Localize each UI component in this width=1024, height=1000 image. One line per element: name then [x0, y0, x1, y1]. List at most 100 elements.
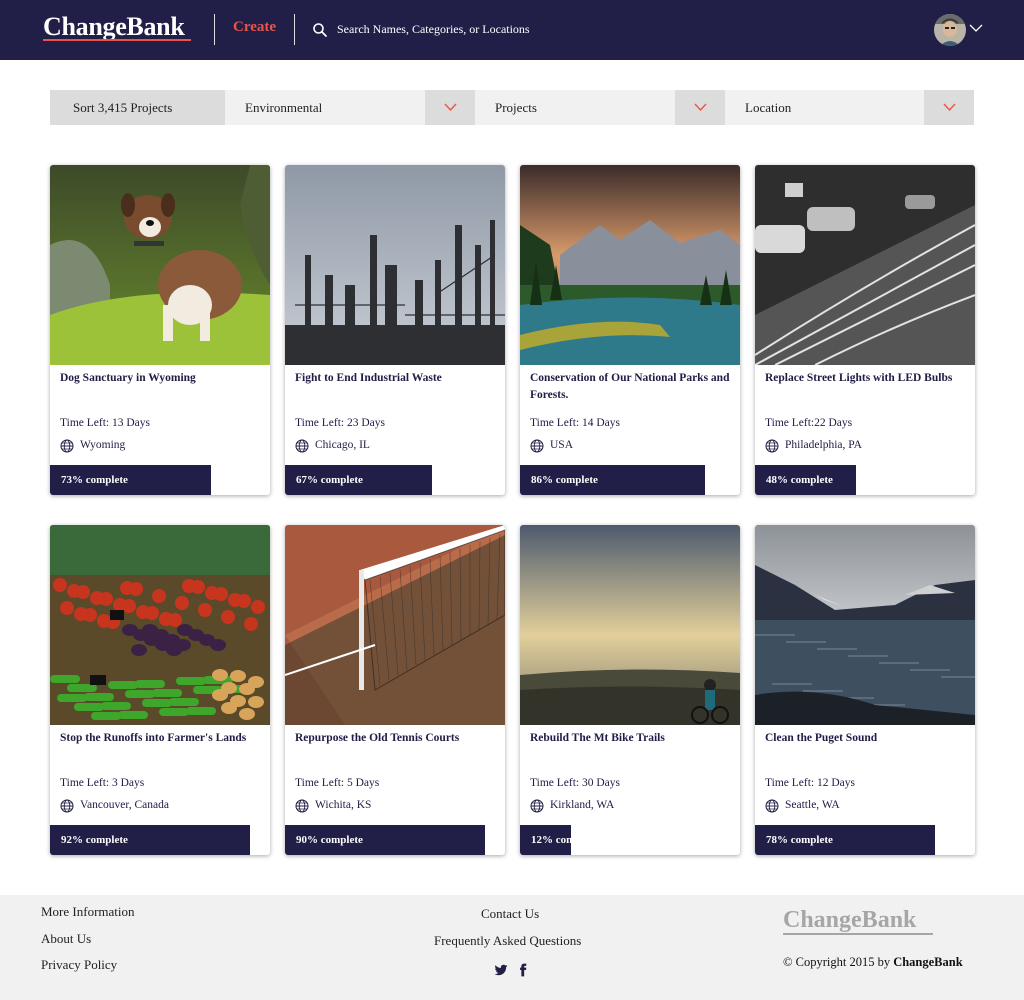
time-left: Time Left:22 Days: [765, 417, 853, 429]
search-icon[interactable]: [312, 22, 328, 38]
footer-logo[interactable]: ChangeBank: [783, 907, 916, 934]
project-location: Wyoming: [80, 439, 126, 451]
project-card[interactable]: Rebuild The Mt Bike Trails Time Left: 30…: [520, 525, 740, 855]
progress-label: 73% complete: [61, 474, 128, 486]
progress-bar: 73% complete: [50, 465, 270, 495]
project-title[interactable]: Rebuild The Mt Bike Trails: [530, 730, 730, 747]
category-dropdown-toggle[interactable]: [425, 90, 475, 125]
logo-underline: [43, 39, 191, 41]
category-dropdown[interactable]: Environmental: [225, 90, 475, 125]
location-dropdown-toggle[interactable]: [924, 90, 974, 125]
project-card[interactable]: Conservation of Our National Parks and F…: [520, 165, 740, 495]
project-card[interactable]: Stop the Runoffs into Farmer's Lands Tim…: [50, 525, 270, 855]
copyright-text: © Copyright 2015 by ChangeBank: [783, 955, 963, 970]
more-information-link[interactable]: More Information: [41, 904, 135, 920]
create-link[interactable]: Create: [233, 19, 276, 36]
globe-icon: [530, 799, 544, 813]
copyright-prefix: © Copyright 2015 by: [783, 955, 894, 969]
chevron-down-icon: [694, 103, 707, 111]
project-location: Chicago, IL: [315, 439, 370, 451]
project-title[interactable]: Conservation of Our National Parks and F…: [530, 370, 730, 404]
puget-sound-photo[interactable]: [755, 525, 975, 725]
globe-icon: [295, 439, 309, 453]
project-title[interactable]: Replace Street Lights with LED Bulbs: [765, 370, 965, 387]
progress-label-clip: 12% complete: [520, 825, 571, 855]
project-card[interactable]: Fight to End Industrial Waste Time Left:…: [285, 165, 505, 495]
project-title[interactable]: Dog Sanctuary in Wyoming: [60, 370, 260, 387]
chevron-down-icon[interactable]: [969, 23, 983, 33]
type-value: Projects: [495, 100, 537, 115]
globe-icon: [295, 799, 309, 813]
bike-rider-photo[interactable]: [520, 525, 740, 725]
project-title[interactable]: Clean the Puget Sound: [765, 730, 965, 747]
copyright-brand: ChangeBank: [893, 955, 963, 969]
privacy-policy-link[interactable]: Privacy Policy: [41, 957, 117, 973]
type-dropdown[interactable]: Projects: [475, 90, 725, 125]
progress-bar: 90% complete: [285, 825, 505, 855]
top-navbar: ChangeBank Create Search Names, Categori…: [0, 0, 1024, 60]
tennis-net-photo[interactable]: [285, 525, 505, 725]
project-location: Wichita, KS: [315, 799, 372, 811]
progress-bar: 92% complete: [50, 825, 270, 855]
filter-bar: Sort 3,415 Projects Environmental Projec…: [50, 90, 974, 125]
project-title[interactable]: Stop the Runoffs into Farmer's Lands: [60, 730, 260, 747]
twitter-icon[interactable]: [494, 963, 508, 977]
time-left: Time Left: 30 Days: [530, 777, 620, 789]
progress-label: 67% complete: [296, 474, 363, 486]
mountain-lake-photo[interactable]: [520, 165, 740, 365]
progress-label: 12% complete: [531, 834, 571, 846]
project-location: Kirkland, WA: [550, 799, 615, 811]
market-produce-photo[interactable]: [50, 525, 270, 725]
time-left: Time Left: 14 Days: [530, 417, 620, 429]
category-value: Environmental: [245, 100, 323, 115]
time-left: Time Left: 12 Days: [765, 777, 855, 789]
faq-link[interactable]: Frequently Asked Questions: [434, 933, 581, 949]
project-location: USA: [550, 439, 574, 451]
location-value: Location: [745, 100, 792, 115]
chevron-down-icon: [444, 103, 457, 111]
changebank-logo[interactable]: ChangeBank: [43, 12, 185, 42]
chevron-down-icon: [943, 103, 956, 111]
about-us-link[interactable]: About Us: [41, 931, 91, 947]
project-location: Vancouver, Canada: [80, 799, 169, 811]
time-left: Time Left: 23 Days: [295, 417, 385, 429]
progress-bar: 67% complete: [285, 465, 505, 495]
user-avatar[interactable]: [934, 14, 966, 46]
navbar-divider: [214, 14, 215, 45]
project-card[interactable]: Replace Street Lights with LED Bulbs Tim…: [755, 165, 975, 495]
project-card[interactable]: Repurpose the Old Tennis Courts Time Lef…: [285, 525, 505, 855]
time-left: Time Left: 5 Days: [295, 777, 380, 789]
progress-bar: 78% complete: [755, 825, 975, 855]
footer-logo-underline: [783, 933, 933, 935]
contact-us-link[interactable]: Contact Us: [481, 906, 539, 922]
sort-projects[interactable]: Sort 3,415 Projects: [50, 90, 225, 125]
project-location: Seattle, WA: [785, 799, 840, 811]
progress-bar: 86% complete: [520, 465, 740, 495]
globe-icon: [60, 439, 74, 453]
globe-icon: [765, 439, 779, 453]
refinery-photo[interactable]: [285, 165, 505, 365]
project-location: Philadelphia, PA: [785, 439, 862, 451]
navbar-divider: [294, 14, 295, 45]
globe-icon: [765, 799, 779, 813]
project-title[interactable]: Fight to End Industrial Waste: [295, 370, 495, 387]
time-left: Time Left: 3 Days: [60, 777, 145, 789]
project-title[interactable]: Repurpose the Old Tennis Courts: [295, 730, 495, 747]
progress-label: 78% complete: [766, 834, 833, 846]
facebook-icon[interactable]: [516, 963, 530, 977]
globe-icon: [60, 799, 74, 813]
project-card[interactable]: Clean the Puget Sound Time Left: 12 Days…: [755, 525, 975, 855]
project-card[interactable]: Dog Sanctuary in Wyoming Time Left: 13 D…: [50, 165, 270, 495]
type-dropdown-toggle[interactable]: [675, 90, 725, 125]
progress-label: 92% complete: [61, 834, 128, 846]
progress-label: 90% complete: [296, 834, 363, 846]
street-lights-photo[interactable]: [755, 165, 975, 365]
dog-photo[interactable]: [50, 165, 270, 365]
time-left: Time Left: 13 Days: [60, 417, 150, 429]
globe-icon: [530, 439, 544, 453]
progress-bar: 12% complete: [520, 825, 740, 855]
location-dropdown[interactable]: Location: [725, 90, 974, 125]
progress-label: 86% complete: [531, 474, 598, 486]
search-input[interactable]: Search Names, Categories, or Locations: [337, 22, 530, 37]
footer: More Information About Us Privacy Policy…: [0, 895, 1024, 1000]
